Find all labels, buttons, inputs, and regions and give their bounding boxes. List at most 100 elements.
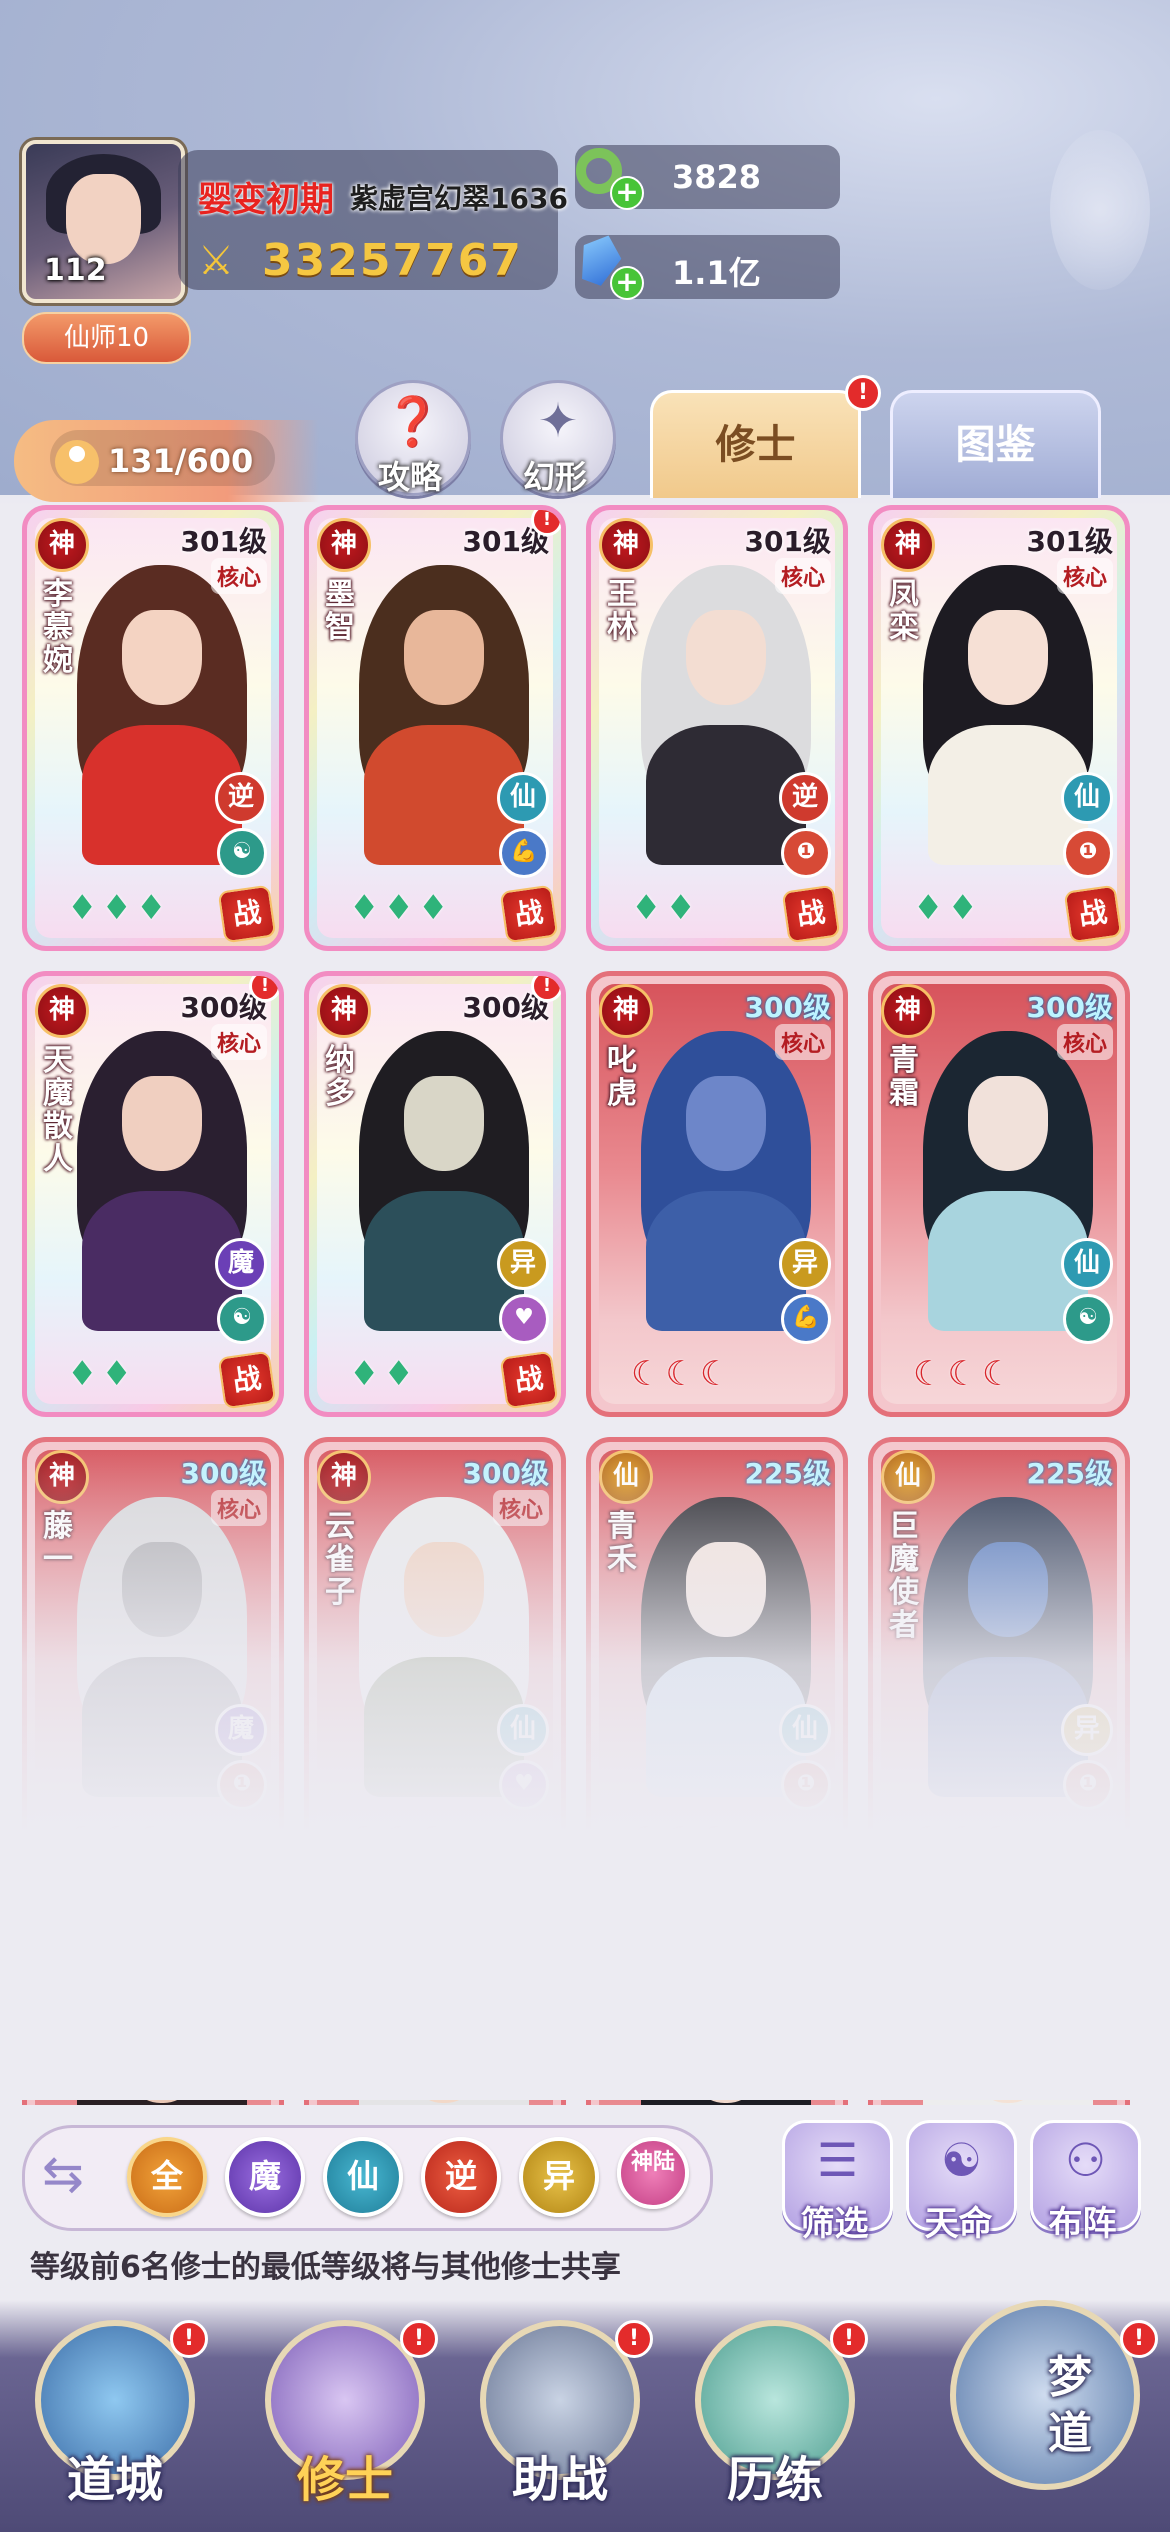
- cultivator-name: 凤栾: [889, 577, 919, 645]
- transform-icon: ✦: [537, 393, 579, 449]
- crossed-swords-icon: ⚔: [198, 238, 234, 284]
- transform-label: 幻形: [522, 458, 587, 496]
- nav-alert-badge: !: [400, 2320, 438, 2358]
- faction-badge: 仙: [1061, 772, 1113, 824]
- nav-cultivators-label: 修士: [296, 2452, 393, 2508]
- star-rating: ♦♦♦: [67, 888, 171, 928]
- core-tag: 核心: [1056, 558, 1113, 594]
- star-rating: ♦♦: [913, 888, 982, 928]
- yinyang-icon: ☯: [1063, 1294, 1113, 1344]
- decorative-spirit: [1050, 130, 1150, 290]
- card-alert-badge: !: [531, 976, 561, 1002]
- cultivator-level: 301级: [744, 525, 831, 558]
- add-crystal-icon[interactable]: +: [610, 266, 644, 300]
- user-icon: [55, 440, 99, 484]
- nav-training[interactable]: ! 历练: [680, 2310, 870, 2510]
- nav-alert-badge: !: [830, 2320, 868, 2358]
- cultivator-card[interactable]: 神王林 301级 核心逆 ❶ ♦♦ 战: [586, 505, 848, 951]
- yinyang-icon: ☯: [217, 828, 267, 878]
- cultivator-card[interactable]: 神墨智 301级仙 💪 ♦♦♦ 战!: [304, 505, 566, 951]
- add-jade-icon[interactable]: +: [610, 176, 644, 210]
- rank-badge: 神: [881, 984, 935, 1038]
- resource-crystal-value: 1.1亿: [672, 254, 761, 292]
- nav-alert-badge: !: [615, 2320, 653, 2358]
- battle-badge: 战: [217, 1350, 277, 1410]
- title-badge[interactable]: 仙师10: [22, 312, 191, 364]
- battle-badge: 战: [499, 884, 559, 944]
- cultivator-name: 李慕婉: [43, 577, 73, 678]
- core-tag: 核心: [210, 1024, 267, 1060]
- cultivator-card[interactable]: 神凤栾 301级 核心仙 ❶ ♦♦ 战: [868, 505, 1130, 951]
- star-rating: ☾☾☾: [631, 1354, 735, 1394]
- tab-compendium[interactable]: 图鉴: [890, 390, 1101, 498]
- cultivator-level: 300级: [744, 991, 831, 1024]
- nav-alert-badge: !: [170, 2320, 208, 2358]
- swap-arrows-icon[interactable]: ⇆: [42, 2145, 84, 2203]
- roster-count: 131/600: [108, 442, 254, 480]
- strength-icon: 💪: [499, 828, 549, 878]
- tab-cultivators[interactable]: 修士: [650, 390, 861, 498]
- strength-icon: 💪: [781, 1294, 831, 1344]
- rank-badge: 神: [317, 984, 371, 1038]
- core-tag: 核心: [210, 558, 267, 594]
- cultivator-card[interactable]: 神纳多 300级异 ♥ ♦♦ 战!: [304, 971, 566, 1417]
- battle-badge: 战: [781, 884, 841, 944]
- cultivator-card[interactable]: 神青霜 300级 核心仙 ☯ ☾☾☾: [868, 971, 1130, 1417]
- crystal-icon[interactable]: +: [570, 230, 644, 300]
- battle-badge: 战: [217, 884, 277, 944]
- cultivator-level: 300级: [1026, 991, 1113, 1024]
- faction-badge: 异: [497, 1238, 549, 1290]
- level-share-notice: 等级前6名修士的最低等级将与其他修士共享: [30, 2250, 621, 2285]
- nav-dream-path[interactable]: ! 梦道: [930, 2300, 1160, 2510]
- faction-badge: 仙: [497, 772, 549, 824]
- nav-training-label: 历练: [726, 2452, 823, 2508]
- cultivator-card[interactable]: 神李慕婉 301级 核心逆 ☯ ♦♦♦ 战: [22, 505, 284, 951]
- player-name: 紫虚宫幻翠1636: [350, 182, 568, 215]
- filter-divine[interactable]: 神陆: [617, 2137, 689, 2209]
- faction-badge: 魔: [215, 1238, 267, 1290]
- yinyang-icon: ☯: [217, 1294, 267, 1344]
- resource-jade-value: 3828: [672, 158, 762, 196]
- filter-demon[interactable]: 魔: [225, 2137, 305, 2217]
- nav-alert-badge: !: [1120, 2320, 1158, 2358]
- combat-power: 33257767: [262, 235, 523, 286]
- star-rating: ♦♦♦: [349, 888, 453, 928]
- battle-badge: 战: [1063, 884, 1123, 944]
- nav-assist[interactable]: ! 助战: [465, 2310, 655, 2510]
- core-tag: 核心: [774, 1024, 831, 1060]
- nav-city[interactable]: ! 道城: [20, 2310, 210, 2510]
- filter-rebel[interactable]: 逆: [421, 2137, 501, 2217]
- nav-assist-label: 助战: [511, 2452, 608, 2508]
- filter-icon: ☰: [816, 2133, 859, 2187]
- rank-badge: 神: [35, 518, 89, 572]
- card-alert-badge: !: [249, 976, 279, 1002]
- scroll-icon: ❓: [383, 394, 443, 450]
- filter-all[interactable]: 全: [127, 2137, 207, 2217]
- heart-icon: ♥: [499, 1294, 549, 1344]
- faction-badge: 逆: [779, 772, 831, 824]
- cultivator-name: 墨智: [325, 577, 355, 645]
- nav-cultivators[interactable]: ! 修士: [250, 2310, 440, 2510]
- rank-badge: 神: [35, 984, 89, 1038]
- star-rating: ♦♦: [67, 1354, 136, 1394]
- stamina-icon: ❶: [1063, 828, 1113, 878]
- filter-alien[interactable]: 异: [519, 2137, 599, 2217]
- destiny-icon: ☯: [940, 2133, 983, 2187]
- cultivator-name: 王林: [607, 577, 637, 645]
- nav-dream-path-label: 梦道: [1048, 2352, 1092, 2459]
- cultivator-name: 天魔散人: [43, 1043, 73, 1177]
- filter-immortal[interactable]: 仙: [323, 2137, 403, 2217]
- star-rating: ♦♦: [631, 888, 700, 928]
- rank-badge: 神: [317, 518, 371, 572]
- cultivator-name: 纳多: [325, 1043, 355, 1111]
- stamina-icon: ❶: [781, 828, 831, 878]
- cultivator-card[interactable]: 神天魔散人 300级 核心魔 ☯ ♦♦ 战!: [22, 971, 284, 1417]
- jade-ring-icon[interactable]: +: [570, 140, 644, 210]
- cultivator-level: 301级: [1026, 525, 1113, 558]
- filter-label: 筛选: [800, 2204, 869, 2244]
- battle-badge: 战: [499, 1350, 559, 1410]
- core-tag: 核心: [1056, 1024, 1113, 1060]
- faction-badge: 仙: [1061, 1238, 1113, 1290]
- cultivator-card[interactable]: 神叱虎 300级 核心异 💪 ☾☾☾: [586, 971, 848, 1417]
- nav-city-label: 道城: [66, 2452, 163, 2508]
